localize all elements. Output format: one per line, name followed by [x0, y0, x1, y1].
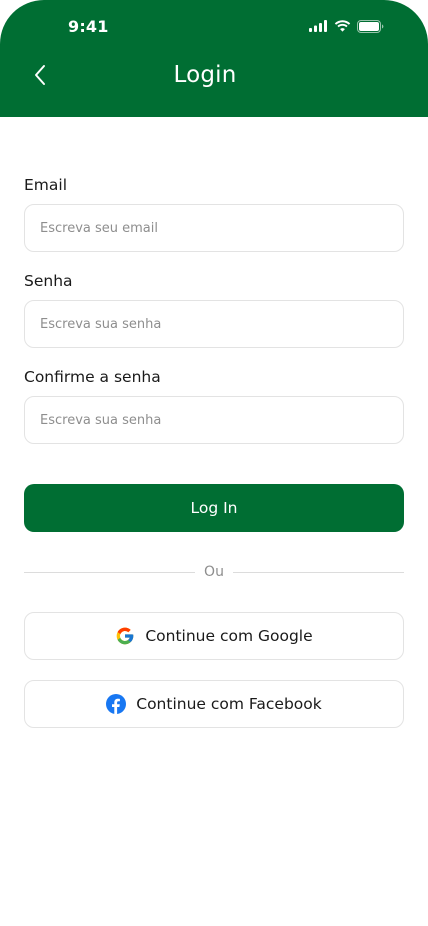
or-divider: Ou: [24, 562, 404, 582]
divider-label: Ou: [204, 564, 224, 580]
wifi-icon: [334, 20, 351, 32]
email-field-group: Email: [24, 174, 404, 252]
battery-icon: [357, 19, 384, 33]
divider-line-right: [232, 571, 404, 573]
divider-line-left: [24, 571, 196, 573]
facebook-login-button[interactable]: Continue com Facebook: [24, 680, 404, 728]
confirm-password-field-group: Confirme a senha: [24, 366, 404, 444]
login-form: Email Senha Confirme a senha: [24, 174, 404, 462]
page-title: Login: [173, 62, 237, 88]
facebook-button-label: Continue com Facebook: [136, 695, 322, 713]
status-time: 9:41: [68, 17, 109, 36]
signal-icon: [309, 20, 328, 32]
google-button-label: Continue com Google: [145, 627, 313, 645]
google-login-button[interactable]: Continue com Google: [24, 612, 404, 660]
email-label: Email: [24, 176, 68, 194]
email-field[interactable]: [24, 204, 404, 252]
login-button[interactable]: Log In: [24, 484, 404, 532]
facebook-icon: [106, 694, 127, 714]
status-icons: [309, 18, 384, 34]
status-bar: 9:41: [0, 0, 428, 54]
confirm-password-label: Confirme a senha: [24, 368, 161, 386]
password-field-group: Senha: [24, 270, 404, 348]
password-field[interactable]: [24, 300, 404, 348]
google-icon: [115, 626, 135, 646]
app-header: 9:41 Login: [0, 0, 428, 117]
password-label: Senha: [24, 272, 73, 290]
confirm-password-field[interactable]: [24, 396, 404, 444]
